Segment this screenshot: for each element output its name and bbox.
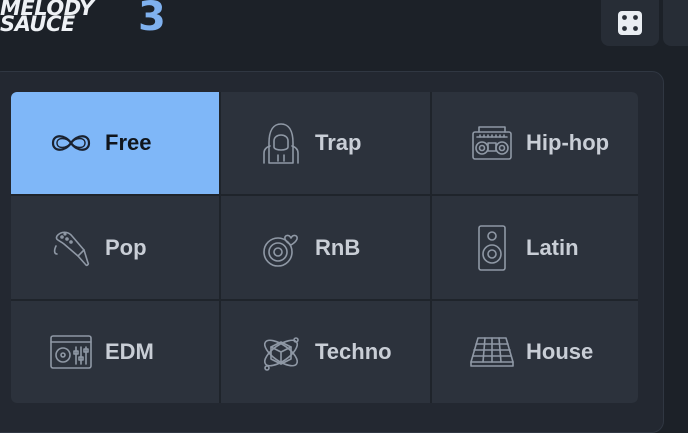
logo-wordmark: MELODY SAUCE	[0, 0, 94, 35]
speaker-icon	[468, 224, 516, 272]
genre-tile-latin[interactable]: Latin	[432, 196, 638, 299]
logo-version: 3	[138, 0, 166, 40]
genre-grid: Free Trap Hip-hop Pop RnB Latin EDM Tech…	[11, 92, 638, 403]
genre-label: House	[526, 339, 594, 364]
genre-label: Hip-hop	[526, 130, 610, 155]
genre-label: Latin	[526, 234, 579, 260]
genre-label: Pop	[105, 234, 147, 260]
genre-tile-rnb[interactable]: RnB	[221, 196, 430, 299]
drum-pad-icon	[468, 328, 516, 376]
menu-button[interactable]	[663, 0, 688, 46]
genre-label: EDM	[105, 339, 154, 364]
genre-label: RnB	[315, 234, 361, 260]
dj-mixer-icon	[47, 328, 95, 376]
dice-icon	[618, 11, 642, 35]
genre-tile-free[interactable]: Free	[11, 92, 219, 194]
genre-label: Free	[105, 130, 152, 155]
genre-tile-trap[interactable]: Trap	[221, 92, 430, 194]
popsicle-icon	[47, 224, 95, 272]
genre-tile-techno[interactable]: Techno	[221, 301, 430, 403]
genre-tile-hip-hop[interactable]: Hip-hop	[432, 92, 638, 194]
hoodie-icon	[257, 119, 305, 167]
genre-label: Techno	[315, 339, 392, 364]
genre-tile-house[interactable]: House	[432, 301, 638, 403]
vinyl-heart-icon	[257, 224, 305, 272]
genre-tile-pop[interactable]: Pop	[11, 196, 219, 299]
genre-label: Trap	[315, 130, 362, 155]
infinity-icon	[47, 119, 95, 167]
genre-tile-edm[interactable]: EDM	[11, 301, 219, 403]
atom-cube-icon	[257, 328, 305, 376]
boombox-icon	[468, 119, 516, 167]
randomize-button[interactable]	[601, 0, 659, 46]
